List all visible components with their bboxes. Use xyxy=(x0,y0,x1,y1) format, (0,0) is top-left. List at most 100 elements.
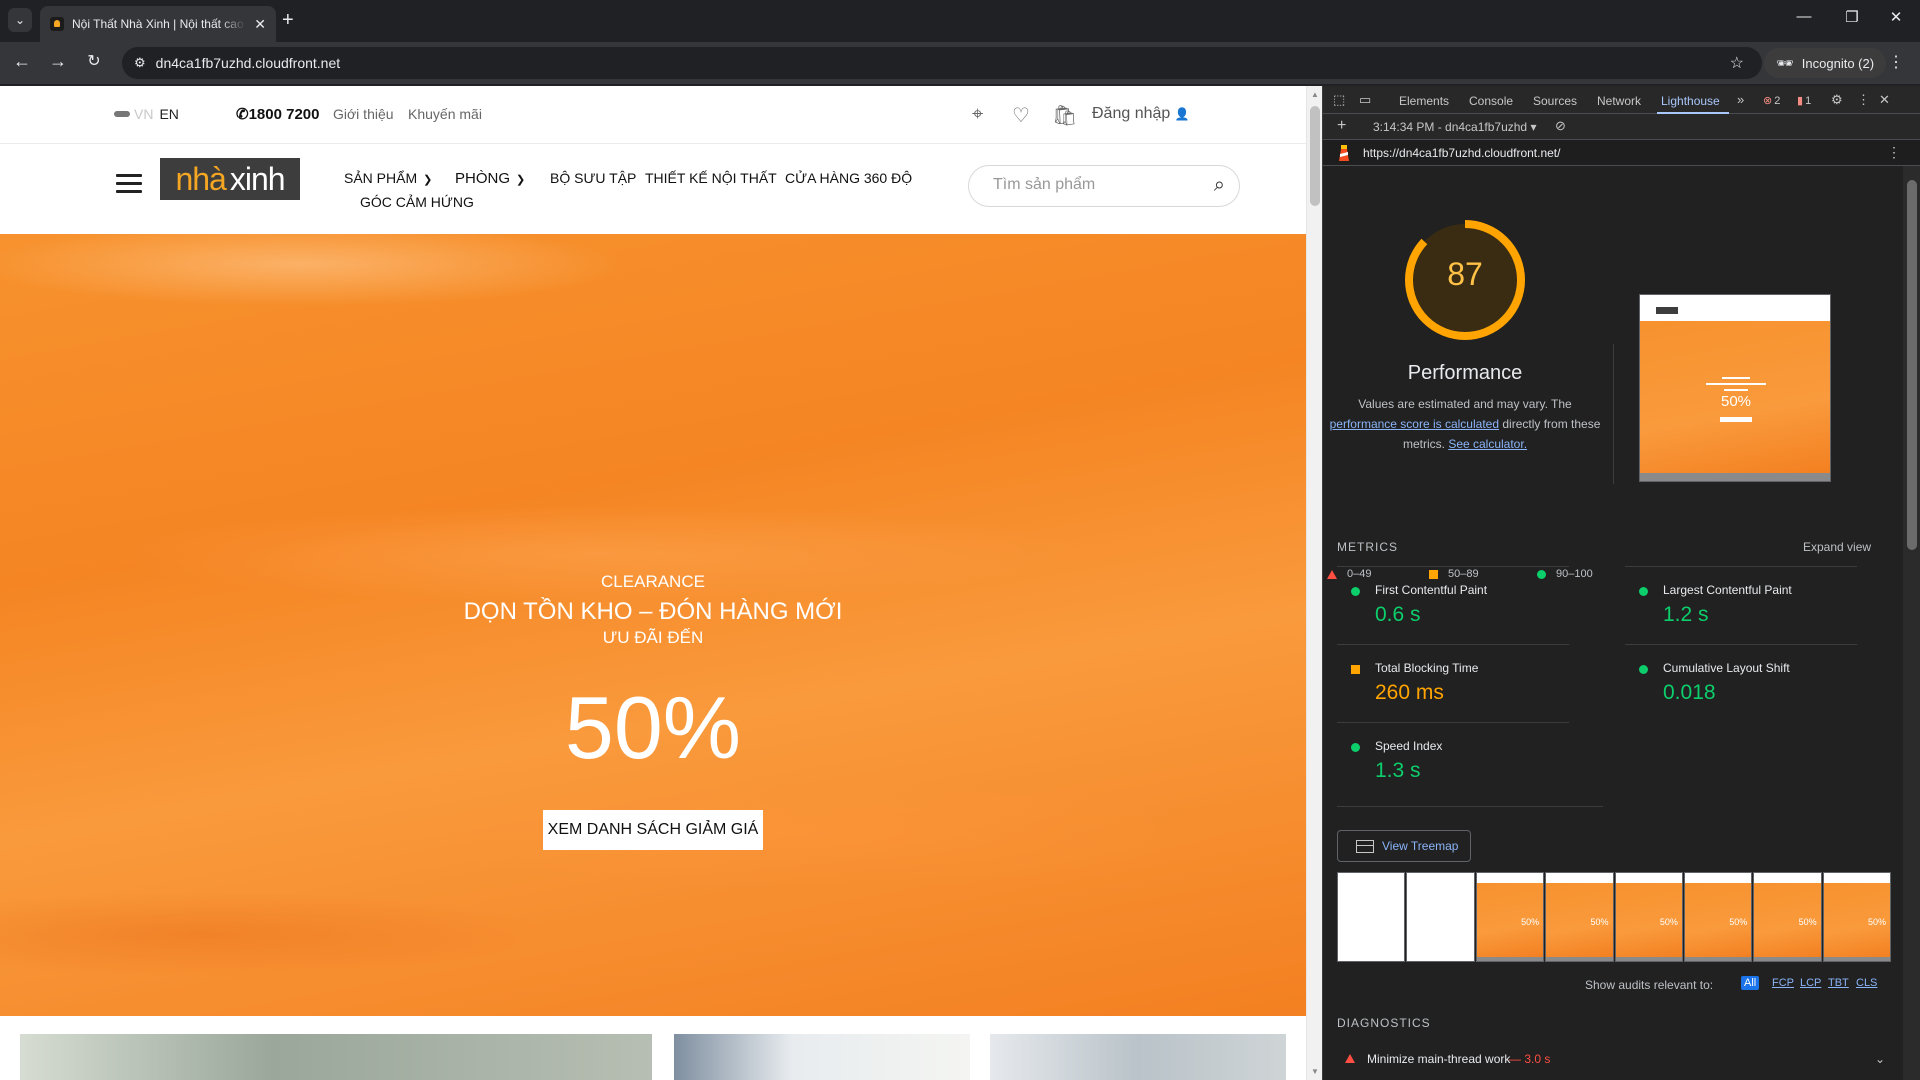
filmstrip-frame[interactable] xyxy=(1337,872,1406,962)
tab-elements[interactable]: Elements xyxy=(1399,94,1449,108)
filter-all[interactable]: All xyxy=(1741,976,1760,990)
see-calculator-link[interactable]: See calculator. xyxy=(1448,437,1527,451)
tab-close-icon[interactable]: ✕ xyxy=(254,16,266,33)
reload-icon[interactable]: ↻ xyxy=(82,51,106,71)
thumb-percent: 50% xyxy=(1720,393,1752,410)
link-about[interactable]: Giới thiệu xyxy=(333,106,394,122)
search-icon[interactable]: ⌕ xyxy=(1214,174,1225,197)
tab-title: Nội Thất Nhà Xinh | Nội thất cao cấp xyxy=(72,17,246,31)
fail-triangle-icon xyxy=(1327,569,1337,579)
treemap-icon xyxy=(1356,839,1374,853)
page-scrollbar[interactable]: ▲ ▼ xyxy=(1306,86,1322,1080)
view-sale-list-button[interactable]: XEM DANH SÁCH GIẢM GIÁ xyxy=(543,810,763,850)
hamburger-menu-icon[interactable] xyxy=(116,174,142,194)
new-tab-button[interactable]: + xyxy=(282,10,294,30)
minimize-icon[interactable]: — xyxy=(1792,8,1816,25)
lang-en[interactable]: EN xyxy=(159,106,178,122)
page-scroll-thumb[interactable] xyxy=(1310,106,1320,206)
thumb-logo xyxy=(1656,307,1678,314)
lighthouse-report: 87 Performance Values are estimated and … xyxy=(1323,166,1903,1080)
site-info-icon[interactable]: ⚙ xyxy=(134,55,146,71)
incognito-badge[interactable]: 🕶 Incognito (2) xyxy=(1764,48,1887,78)
product-image[interactable] xyxy=(674,1034,970,1080)
link-promotions[interactable]: Khuyến mãi xyxy=(408,106,482,122)
filter-tbt[interactable]: TBT xyxy=(1825,976,1852,990)
metric-name: Largest Contentful Paint xyxy=(1663,583,1792,597)
site-header: nhà xinh SẢN PHẨM ❯ PHÒNG ❯ BỘ SƯU TẬP THIẾ… xyxy=(0,144,1306,234)
devtools-panel: ⬚ ▭ Elements Console Sources Network Lig… xyxy=(1322,86,1920,1080)
view-treemap-button[interactable]: View Treemap xyxy=(1337,830,1471,862)
lighthouse-scrollbar[interactable] xyxy=(1903,166,1920,1080)
tab-network[interactable]: Network xyxy=(1597,94,1641,108)
nav-products[interactable]: SẢN PHẨM ❯ xyxy=(344,170,432,186)
fail-triangle-icon xyxy=(1345,1054,1355,1063)
browser-menu-icon[interactable]: ⋮ xyxy=(1888,52,1904,72)
lighthouse-scroll-thumb[interactable] xyxy=(1907,180,1917,550)
error-count-badge[interactable]: ⊗ 2 xyxy=(1763,94,1780,107)
tab-search-button[interactable]: ⌄ xyxy=(8,8,32,32)
nav-rooms[interactable]: PHÒNG ❯ xyxy=(455,170,525,187)
clear-reports-icon[interactable]: ⊘ xyxy=(1555,118,1566,134)
tab-sources[interactable]: Sources xyxy=(1533,94,1577,108)
new-report-icon[interactable]: + xyxy=(1337,117,1346,135)
filmstrip-frame[interactable]: 50% xyxy=(1822,872,1891,962)
lighthouse-logo-icon xyxy=(1339,145,1349,161)
browser-toolbar: ← → ↻ ⚙ dn4ca1fb7uzhd.cloudfront.net ☆ 🕶… xyxy=(0,42,1920,84)
restore-icon[interactable]: ❐ xyxy=(1840,8,1864,26)
report-menu-icon[interactable]: ⋮ xyxy=(1887,144,1901,161)
chevron-down-icon[interactable]: ⌄ xyxy=(1875,1052,1885,1066)
nav-collections[interactable]: BỘ SƯU TẬP xyxy=(550,170,636,186)
filmstrip-frame[interactable]: 50% xyxy=(1753,872,1822,962)
filmstrip-frame[interactable] xyxy=(1406,872,1475,962)
audited-url[interactable]: https://dn4ca1fb7uzhd.cloudfront.net/ xyxy=(1363,146,1560,160)
shopping-bag-icon[interactable]: 🛍 xyxy=(1052,103,1077,128)
issue-count-badge[interactable]: ▮ 1 xyxy=(1797,94,1811,107)
score-calculated-link[interactable]: performance score is calculated xyxy=(1330,417,1499,431)
tab-lighthouse[interactable]: Lighthouse xyxy=(1661,94,1720,108)
nav-interior-design[interactable]: THIẾT KẾ NỘI THẤT xyxy=(645,170,777,186)
browser-tab-active[interactable]: Nội Thất Nhà Xinh | Nội thất cao cấp ✕ xyxy=(40,6,276,42)
store-location-icon[interactable]: ⌖ xyxy=(972,103,983,126)
filter-cls[interactable]: CLS xyxy=(1853,976,1880,990)
filter-lcp[interactable]: LCP xyxy=(1797,976,1824,990)
more-tabs-icon[interactable]: » xyxy=(1737,92,1744,107)
settings-gear-icon[interactable]: ⚙ xyxy=(1831,92,1843,108)
performance-gauge[interactable]: 87 xyxy=(1403,218,1527,342)
window-close-icon[interactable]: ✕ xyxy=(1884,8,1908,26)
filmstrip-frame[interactable]: 50% xyxy=(1614,872,1683,962)
product-image[interactable] xyxy=(990,1034,1286,1080)
pass-circle-icon xyxy=(1639,587,1648,596)
search-input[interactable] xyxy=(993,176,1193,194)
devtools-menu-icon[interactable]: ⋮ xyxy=(1857,92,1870,108)
diagnostic-item[interactable]: Minimize main-thread work — 3.0 s ⌄ xyxy=(1337,1052,1893,1076)
scroll-up-icon[interactable]: ▲ xyxy=(1311,90,1319,99)
error-count: 2 xyxy=(1774,95,1781,107)
report-selector[interactable]: 3:14:34 PM - dn4ca1fb7uzhd ▾ xyxy=(1373,120,1536,134)
login-link[interactable]: Đăng nhập 👤 xyxy=(1092,105,1190,123)
scroll-down-icon[interactable]: ▼ xyxy=(1311,1067,1319,1076)
nav-inspiration[interactable]: GÓC CẢM HỨNG xyxy=(360,194,474,210)
filter-fcp[interactable]: FCP xyxy=(1769,976,1797,990)
devtools-close-icon[interactable]: ✕ xyxy=(1879,92,1890,108)
lang-vn[interactable]: VN xyxy=(134,106,153,122)
filmstrip-frame[interactable]: 50% xyxy=(1683,872,1753,962)
report-label: 3:14:34 PM - dn4ca1fb7uzhd xyxy=(1373,120,1528,134)
wishlist-heart-icon[interactable]: ♡ xyxy=(1012,103,1030,128)
hotline[interactable]: ✆1800 7200 xyxy=(236,105,319,123)
forward-arrow-icon[interactable]: → xyxy=(46,51,70,72)
back-arrow-icon[interactable]: ← xyxy=(10,51,34,72)
filmstrip-frame[interactable]: 50% xyxy=(1545,872,1614,962)
device-toolbar-icon[interactable]: ▭ xyxy=(1359,92,1371,108)
final-screenshot[interactable]: 50% xyxy=(1639,294,1831,482)
bookmark-star-icon[interactable]: ☆ xyxy=(1730,53,1744,73)
inspect-element-icon[interactable]: ⬚ xyxy=(1333,92,1345,108)
nav-store-360[interactable]: CỬA HÀNG 360 ĐỘ xyxy=(785,170,912,186)
expand-view-toggle[interactable]: Expand view xyxy=(1803,540,1871,554)
frame-percent: 50% xyxy=(1729,917,1748,927)
filmstrip-frame[interactable]: 50% xyxy=(1475,872,1545,962)
language-switcher: VN EN xyxy=(114,106,179,122)
address-bar[interactable]: ⚙ dn4ca1fb7uzhd.cloudfront.net ☆ xyxy=(122,47,1762,79)
product-image[interactable] xyxy=(20,1034,652,1080)
site-logo[interactable]: nhà xinh xyxy=(160,158,300,200)
tab-console[interactable]: Console xyxy=(1469,94,1513,108)
